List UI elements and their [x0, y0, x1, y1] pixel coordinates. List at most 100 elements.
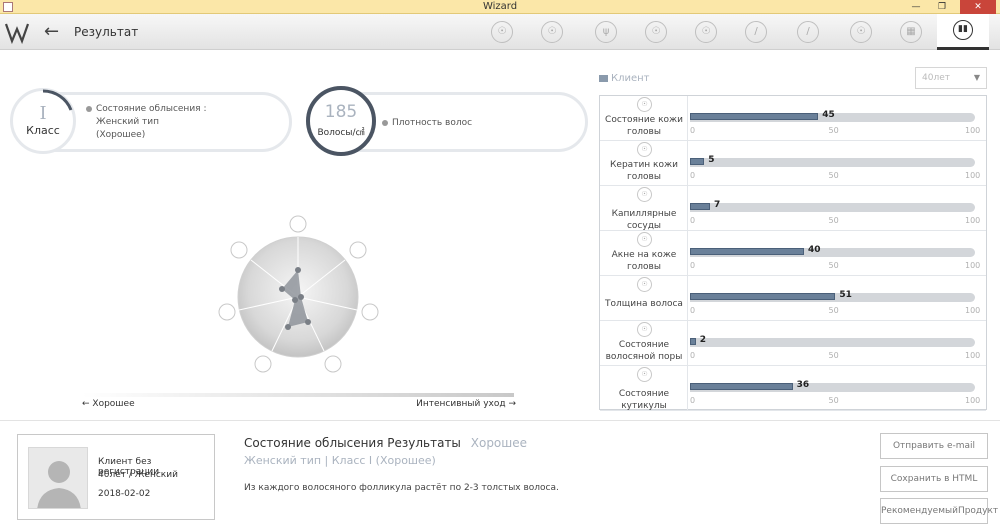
radar-chart	[218, 215, 379, 373]
send-email-button[interactable]: Отправить e-mail	[880, 433, 988, 459]
bar-row: ☉ Акне на коже головы 40 0 50 100	[600, 231, 986, 276]
page-title: Результат	[74, 25, 139, 39]
result-status: Хорошее	[470, 436, 528, 450]
cuticle-tab-icon[interactable]: /	[797, 21, 819, 43]
bar-fill	[690, 248, 804, 255]
bar-value-label: 2	[699, 335, 706, 345]
axis-tick-label: 100	[965, 261, 981, 270]
category-icon: ☉	[637, 142, 652, 157]
axis-tick-label: 0	[690, 261, 696, 270]
minimize-button[interactable]: —	[904, 0, 928, 14]
axis-tick-label: 50	[828, 171, 839, 180]
bar-category-label: Кератин кожи головы	[610, 160, 678, 182]
bar-category-cell: ☉ Акне на коже головы	[600, 231, 688, 275]
bar-category-cell: ☉ Состояние волосяной поры	[600, 321, 688, 365]
acne-tab-icon[interactable]: ☉	[645, 21, 667, 43]
back-arrow-icon[interactable]: ←	[44, 21, 64, 43]
axis-tick-label: 100	[965, 216, 981, 225]
bullet-icon	[86, 105, 92, 112]
class-desc-line3: (Хорошее)	[96, 130, 146, 140]
bar-row: ☉ Капиллярные сосуды 7 0 50 100	[600, 186, 986, 231]
bar-value-label: 36	[796, 380, 810, 390]
bar-fill	[690, 203, 710, 210]
client-header: Клиент	[599, 73, 650, 84]
bullet-icon	[382, 119, 388, 126]
axis-tick-label: 50	[828, 261, 839, 270]
axis-tick-label: 0	[690, 396, 696, 405]
bar-row: ☉ Кератин кожи головы 5 0 50 100	[600, 141, 986, 186]
chevron-down-icon: ▼	[973, 73, 980, 82]
result-chart-icon: ▮▮	[953, 20, 973, 40]
category-icon: ☉	[637, 322, 652, 337]
thickness-tab-icon[interactable]: /	[745, 21, 767, 43]
bar-category-label: Состояние кожи головы	[605, 115, 683, 137]
bar-fill	[690, 293, 836, 300]
bar-category-label: Капиллярные сосуды	[611, 209, 677, 231]
capillary-tab-icon[interactable]: ψ	[595, 21, 617, 43]
result-tab[interactable]: ▮▮	[937, 14, 989, 50]
class-value: I	[39, 103, 47, 124]
class-label: Класс	[26, 124, 60, 137]
app-icon	[3, 2, 13, 12]
category-icon: ☉	[637, 97, 652, 112]
save-html-button[interactable]: Сохранить в HTML	[880, 466, 988, 492]
client-info: 40лет / Женский	[98, 470, 178, 480]
window-title: Wizard	[482, 1, 518, 12]
bar-value-label: 51	[839, 290, 852, 300]
bar-value-label: 45	[822, 110, 835, 120]
bar-value-label: 5	[708, 155, 715, 165]
density-unit: Волосы/㎠	[317, 128, 365, 138]
bar-category-label: Толщина волоса	[605, 299, 683, 309]
bar-category-label: Состояние кутикулы	[618, 389, 670, 411]
restore-button[interactable]: ❐	[930, 0, 954, 14]
bar-row: ☉ Состояние волосяной поры 2 0 50 100	[600, 321, 986, 366]
axis-tick-label: 100	[965, 126, 981, 135]
close-button[interactable]: ✕	[960, 0, 996, 14]
bar-category-cell: ☉ Кератин кожи головы	[600, 141, 688, 185]
category-icon: ☉	[637, 277, 652, 292]
bar-row: ☉ Состояние кожи головы 45 0 50 100	[600, 96, 986, 141]
axis-tick-label: 50	[828, 126, 839, 135]
window-titlebar: Wizard — ❐ ✕	[0, 0, 1000, 14]
recommended-product-button[interactable]: РекомендуемыйПродукт	[880, 498, 998, 524]
bar-category-label: Состояние волосяной поры	[605, 340, 683, 362]
bar-row: ☉ Состояние кутикулы 36 0 50 100	[600, 366, 986, 411]
axis-tick-label: 50	[828, 216, 839, 225]
brand-logo	[0, 14, 34, 50]
axis-tick-label: 0	[690, 126, 696, 135]
pore-tab-icon[interactable]: ☉	[695, 21, 717, 43]
class-description: Состояние облысения : Женский тип (Хорош…	[86, 103, 286, 142]
class-desc-line2: Женский тип	[96, 117, 160, 127]
keratin-tab-icon[interactable]: ☉	[541, 21, 563, 43]
toolbar: ← Результат ☉ ☉ ψ ☉ ☉ / / ☉ ▦	[0, 14, 1000, 50]
hair-loss-tab-icon[interactable]: ☉	[850, 21, 872, 43]
bar-category-cell: ☉ Толщина волоса	[600, 276, 688, 320]
bar-fill	[690, 113, 819, 120]
bar-category-cell: ☉ Состояние кожи головы	[600, 96, 688, 140]
bar-value-label: 7	[713, 200, 721, 210]
density-tab-icon[interactable]: ▦	[900, 21, 922, 43]
bar-category-cell: ☉ Состояние кутикулы	[600, 366, 688, 411]
axis-tick-label: 100	[965, 351, 981, 360]
radar-scale-bar	[82, 393, 514, 397]
client-card: Клиент без регистрации 40лет / Женский 2…	[17, 434, 215, 520]
avatar	[28, 447, 88, 509]
category-icon: ☉	[637, 232, 652, 247]
result-subtitle: Женский тип | Класс I (Хорошее)	[244, 454, 436, 467]
axis-tick-label: 0	[690, 171, 696, 180]
axis-tick-label: 50	[828, 351, 839, 360]
axis-tick-label: 100	[965, 306, 981, 315]
category-icon: ☉	[637, 367, 652, 382]
scalp-condition-tab-icon[interactable]: ☉	[491, 21, 513, 43]
result-heading: Состояние облысения Результаты Хорошее	[244, 436, 527, 450]
client-icon	[599, 74, 608, 82]
bar-category-cell: ☉ Капиллярные сосуды	[600, 186, 688, 231]
bar-fill	[690, 158, 705, 165]
bar-category-label: Акне на коже головы	[611, 250, 677, 272]
score-bar-chart: ☉ Состояние кожи головы 45 0 50 100 ☉ Кератин к…	[599, 95, 987, 411]
result-description: Из каждого волосяного фолликула растёт п…	[244, 483, 559, 493]
bar-value-label: 40	[808, 245, 821, 255]
bar-track	[690, 203, 975, 212]
age-select[interactable]: 40лет ▼	[915, 67, 987, 89]
axis-tick-label: 50	[828, 396, 839, 405]
